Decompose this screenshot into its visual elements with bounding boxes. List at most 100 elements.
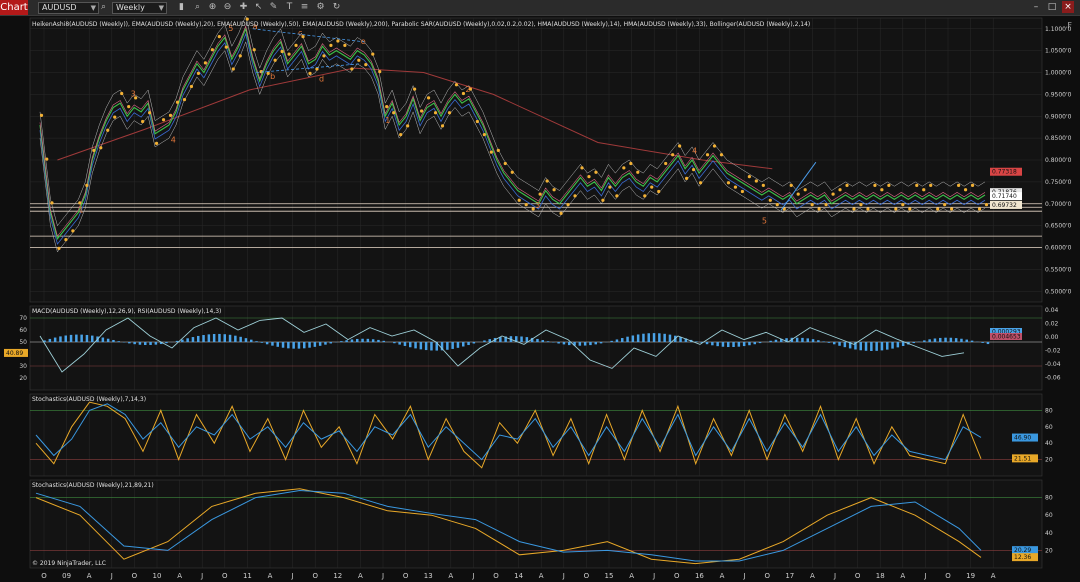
macd-histogram-bar	[340, 341, 343, 342]
macd-histogram-bar	[398, 342, 401, 345]
psar-dot	[977, 207, 982, 211]
psar-dot	[141, 119, 145, 124]
psar-dot	[545, 179, 549, 183]
y-tick-label: 20	[19, 375, 27, 382]
x-tick-label: J	[471, 572, 474, 580]
crosshair-icon[interactable]: ✚	[238, 2, 249, 13]
list-icon[interactable]: ≡	[299, 2, 310, 13]
psar-dot	[224, 45, 228, 49]
x-tick-label: J	[110, 572, 113, 580]
gear-icon[interactable]: ⚙	[315, 2, 326, 13]
macd-histogram-bar	[250, 339, 253, 342]
macd-histogram-bar	[774, 339, 778, 342]
psar-dot	[329, 43, 333, 47]
y-tick-label: 40	[1045, 530, 1053, 537]
psar-dot	[196, 71, 201, 75]
macd-histogram-bar	[91, 335, 94, 342]
psar-dot	[664, 161, 668, 166]
psar-dot	[538, 192, 542, 196]
psar-dot	[922, 188, 926, 192]
psar-dot	[419, 109, 424, 113]
macd-histogram-bar	[377, 339, 380, 342]
x-tick-label: O	[674, 572, 680, 580]
psar-dot	[671, 153, 675, 157]
macd-histogram-bar	[557, 342, 560, 344]
text-icon[interactable]: T	[284, 2, 295, 13]
macd-histogram-bar	[414, 342, 417, 349]
macd-histogram-bar	[260, 342, 264, 343]
psar-dot	[238, 54, 242, 58]
psar-dot	[712, 144, 717, 148]
macd-histogram-bar	[149, 342, 152, 345]
macd-histogram-bar	[896, 342, 900, 348]
bar-chart-icon[interactable]: ▮	[176, 2, 187, 13]
psar-dot	[106, 128, 110, 132]
x-tick-label: A	[900, 572, 905, 580]
macd-histogram-bar	[912, 342, 915, 344]
macd-histogram-bar	[578, 342, 582, 346]
macd-histogram-bar	[101, 337, 105, 342]
macd-histogram-bar	[59, 336, 62, 342]
x-tick-label: O	[764, 572, 770, 580]
y-tick-label: -0.04	[1045, 361, 1061, 368]
psar-dot	[475, 119, 479, 124]
psar-dot	[99, 146, 103, 150]
macd-histogram-bar	[197, 335, 200, 342]
macd-histogram-bar	[652, 333, 656, 342]
psar-dot	[385, 105, 389, 109]
psar-dot	[364, 63, 368, 67]
macd-histogram-bar	[371, 339, 375, 342]
symbol-select[interactable]: AUDUSD ▼	[38, 2, 99, 14]
psar-dot	[378, 70, 382, 74]
period-select[interactable]: Weekly ▼	[112, 2, 167, 14]
macd-histogram-bar	[923, 340, 926, 342]
psar-dot	[399, 133, 403, 137]
x-tick-label: O	[403, 572, 409, 580]
psar-dot	[817, 207, 821, 211]
macd-histogram-bar	[748, 342, 751, 346]
psar-dot	[566, 203, 570, 207]
psar-dot	[210, 48, 214, 52]
pencil-icon[interactable]: ✎	[268, 2, 279, 13]
macd-histogram-bar	[568, 342, 571, 346]
psar-dot	[608, 185, 612, 189]
macd-histogram-bar	[483, 340, 486, 342]
refresh-icon[interactable]: ↻	[331, 2, 342, 13]
macd-histogram-bar	[817, 340, 820, 342]
close-icon[interactable]: ×	[1062, 1, 1074, 13]
macd-histogram-bar	[705, 342, 709, 345]
zoom-in-icon[interactable]: ⊕	[207, 2, 218, 13]
chart-tab[interactable]: Chart	[0, 0, 28, 15]
psar-dot	[496, 148, 500, 152]
macd-histogram-bar	[48, 338, 52, 342]
macd-histogram-bar	[721, 342, 725, 347]
macd-histogram-bar	[727, 342, 730, 348]
price-badge-label: 0.69732	[992, 202, 1017, 209]
macd-histogram-bar	[430, 342, 433, 351]
macd-histogram-bar	[382, 340, 385, 342]
psar-dot	[489, 150, 493, 154]
y-tick-label: 0.9500'0	[1045, 91, 1072, 98]
wave-label: c	[298, 28, 302, 37]
macd-histogram-bar	[663, 333, 666, 342]
stoch-badge-label: 46.90	[1014, 435, 1031, 442]
macd-histogram-bar	[944, 337, 947, 342]
psar-dot	[203, 61, 207, 65]
wave-label: 2	[465, 85, 470, 94]
search-icon[interactable]: ⌕	[98, 2, 109, 13]
macd-histogram-bar	[949, 337, 953, 342]
psar-dot	[315, 67, 319, 71]
macd-histogram-bar	[716, 342, 719, 347]
search-icon[interactable]: ⌕	[192, 2, 203, 13]
cursor-icon[interactable]: ↖	[253, 2, 264, 13]
psar-dot	[587, 175, 591, 179]
panel-title: Stochastics(AUDUSD (Weekly),21,89,21)	[32, 482, 154, 489]
minimize-icon[interactable]: –	[1030, 1, 1042, 13]
psar-dot	[39, 113, 44, 117]
y-tick-label: 1.0000'0	[1045, 70, 1072, 77]
maximize-icon[interactable]: □	[1046, 1, 1058, 13]
macd-histogram-bar	[737, 342, 741, 347]
zoom-out-icon[interactable]: ⊖	[222, 2, 233, 13]
panel-title: HeikenAshi8(AUDUSD (Weekly)), EMA(AUDUSD…	[32, 21, 810, 28]
y-tick-label: -0.02	[1045, 348, 1061, 355]
